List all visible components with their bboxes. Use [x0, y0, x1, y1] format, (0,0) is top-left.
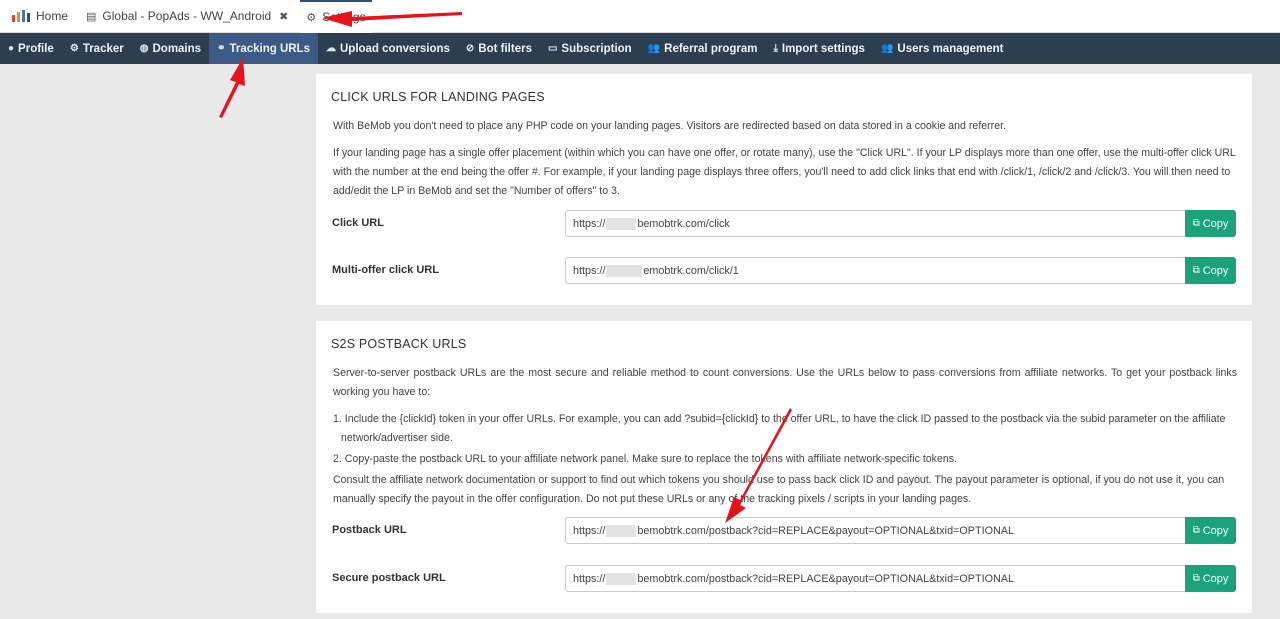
click-url-label: Click URL — [332, 217, 384, 229]
multi-offer-url-field[interactable]: https:// emobtrk.com/click/1 — [565, 257, 1185, 284]
secure-url-value: bemobtrk.com/postback?cid=REPLACE&payout… — [637, 572, 1014, 585]
copy-label: Copy — [1202, 524, 1229, 537]
gear-icon: ⚙ — [69, 43, 79, 54]
copy-icon: ⧉ — [1192, 218, 1200, 229]
postback-intro: Server-to-server postback URLs are the m… — [333, 367, 1237, 398]
secure-url-prefix: https:// — [573, 572, 606, 585]
redacted-mask — [606, 524, 637, 537]
tab-home[interactable]: Home — [0, 0, 74, 33]
click-url-prefix: https:// — [573, 217, 606, 230]
nav-users-management[interactable]: 👥 Users management — [873, 33, 1012, 64]
tab-settings-label: Settings — [322, 10, 366, 24]
secure-postback-url-label: Secure postback URL — [332, 572, 446, 584]
click-urls-title: CLICK URLS FOR LANDING PAGES — [331, 90, 545, 104]
postback-url-value: bemobtrk.com/postback?cid=REPLACE&payout… — [637, 524, 1014, 537]
user-icon: ● — [8, 43, 15, 54]
click-url-value: bemobtrk.com/click — [637, 217, 730, 230]
nav-tracker[interactable]: ⚙ Tracker — [62, 33, 132, 64]
copy-secure-postback-url-button[interactable]: ⧉ Copy — [1185, 565, 1236, 592]
settings-nav: ● Profile ⚙ Tracker ◍ Domains ⚭ Tracking URL… — [0, 33, 1280, 64]
redacted-mask — [606, 572, 637, 585]
nav-import-settings[interactable]: ⤓ Import settings — [765, 33, 872, 64]
gear-icon: ⚙ — [306, 11, 317, 24]
secure-postback-url-row: Secure postback URL https:// bemobtrk.com… — [332, 565, 1236, 592]
nav-tracking-urls-label: Tracking URLs — [229, 42, 310, 55]
postback-consult-text: Consult the affiliate network documentat… — [333, 474, 1225, 505]
browser-tab-bar: Home ▤ Global - PopAds - WW_Android ✖ ⚙ … — [0, 0, 1280, 33]
globe-icon: ◍ — [139, 43, 149, 54]
click-url-field[interactable]: https:// bemobtrk.com/click — [565, 210, 1185, 237]
click-urls-intro: With BeMob you don't need to place any P… — [333, 120, 1006, 132]
nav-subscription[interactable]: ▭ Subscription — [540, 33, 640, 64]
click-url-row: Click URL https:// bemobtrk.com/click ⧉ Co… — [332, 210, 1236, 237]
multi-url-prefix: https:// — [573, 264, 606, 277]
nav-tracking-urls[interactable]: ⚭ Tracking URLs — [209, 33, 318, 64]
arrow-to-tracking-urls — [219, 58, 245, 118]
postback-url-row: Postback URL https:// bemobtrk.com/postba… — [332, 517, 1236, 544]
nav-referral-program[interactable]: 👥 Referral program — [640, 33, 766, 64]
nav-domains[interactable]: ◍ Domains — [132, 33, 209, 64]
nav-upload-conversions[interactable]: ☁ Upload conversions — [318, 33, 458, 64]
multi-url-value: emobtrk.com/click/1 — [643, 264, 739, 277]
link-icon: ⚭ — [217, 43, 226, 54]
tab-campaign-label: Global - PopAds - WW_Android — [102, 9, 272, 23]
copy-label: Copy — [1202, 264, 1229, 277]
postback-url-label: Postback URL — [332, 524, 407, 536]
postback-urls-panel: S2S POSTBACK URLS Server-to-server postb… — [316, 321, 1252, 613]
download-icon: ⤓ — [773, 43, 778, 54]
secure-postback-url-field[interactable]: https:// bemobtrk.com/postback?cid=REPLAC… — [565, 565, 1185, 592]
card-icon: ▭ — [547, 43, 558, 54]
nav-tracker-label: Tracker — [82, 42, 124, 55]
ban-icon: ⊘ — [465, 43, 475, 54]
multi-offer-url-label: Multi-offer click URL — [332, 264, 439, 276]
nav-domains-label: Domains — [152, 42, 202, 55]
redacted-mask — [606, 217, 637, 230]
postback-step-1: 1. Include the {clickId} token in your o… — [333, 413, 1226, 444]
nav-users-management-label: Users management — [897, 42, 1004, 55]
postback-url-field[interactable]: https:// bemobtrk.com/postback?cid=REPLAC… — [565, 517, 1185, 544]
calendar-icon: ▤ — [86, 10, 97, 23]
copy-icon: ⧉ — [1192, 265, 1200, 276]
users-icon: 👥 — [880, 43, 894, 54]
copy-multi-offer-url-button[interactable]: ⧉ Copy — [1185, 257, 1236, 284]
nav-bot-filters[interactable]: ⊘ Bot filters — [458, 33, 540, 64]
copy-click-url-button[interactable]: ⧉ Copy — [1185, 210, 1236, 237]
tab-settings[interactable]: ⚙ Settings — [300, 0, 372, 33]
redacted-mask — [606, 264, 643, 277]
click-urls-panel: CLICK URLS FOR LANDING PAGES With BeMob … — [316, 74, 1252, 305]
postback-urls-title: S2S POSTBACK URLS — [331, 337, 467, 351]
bemob-logo-icon — [12, 10, 30, 22]
nav-profile-label: Profile — [18, 42, 54, 55]
nav-referral-program-label: Referral program — [664, 42, 758, 55]
nav-upload-conversions-label: Upload conversions — [339, 42, 450, 55]
copy-icon: ⧉ — [1192, 525, 1200, 536]
multi-offer-url-row: Multi-offer click URL https:// emobtrk.co… — [332, 257, 1236, 284]
nav-import-settings-label: Import settings — [781, 42, 865, 55]
users-icon: 👥 — [647, 43, 661, 54]
tab-home-label: Home — [36, 9, 69, 23]
click-urls-description: If your landing page has a single offer … — [333, 147, 1236, 197]
cloud-upload-icon: ☁ — [325, 43, 336, 54]
postback-step-2: 2. Copy-paste the postback URL to your a… — [333, 453, 957, 465]
copy-icon: ⧉ — [1192, 573, 1200, 584]
copy-label: Copy — [1202, 572, 1229, 585]
postback-steps: 1. Include the {clickId} token in your o… — [333, 410, 1237, 469]
copy-postback-url-button[interactable]: ⧉ Copy — [1185, 517, 1236, 544]
tab-campaign[interactable]: ▤ Global - PopAds - WW_Android ✖ — [80, 0, 294, 33]
copy-label: Copy — [1202, 217, 1229, 230]
nav-bot-filters-label: Bot filters — [478, 42, 532, 55]
postback-url-prefix: https:// — [573, 524, 606, 537]
close-icon[interactable]: ✖ — [279, 10, 288, 23]
nav-subscription-label: Subscription — [561, 42, 632, 55]
nav-profile[interactable]: ● Profile — [0, 33, 62, 64]
